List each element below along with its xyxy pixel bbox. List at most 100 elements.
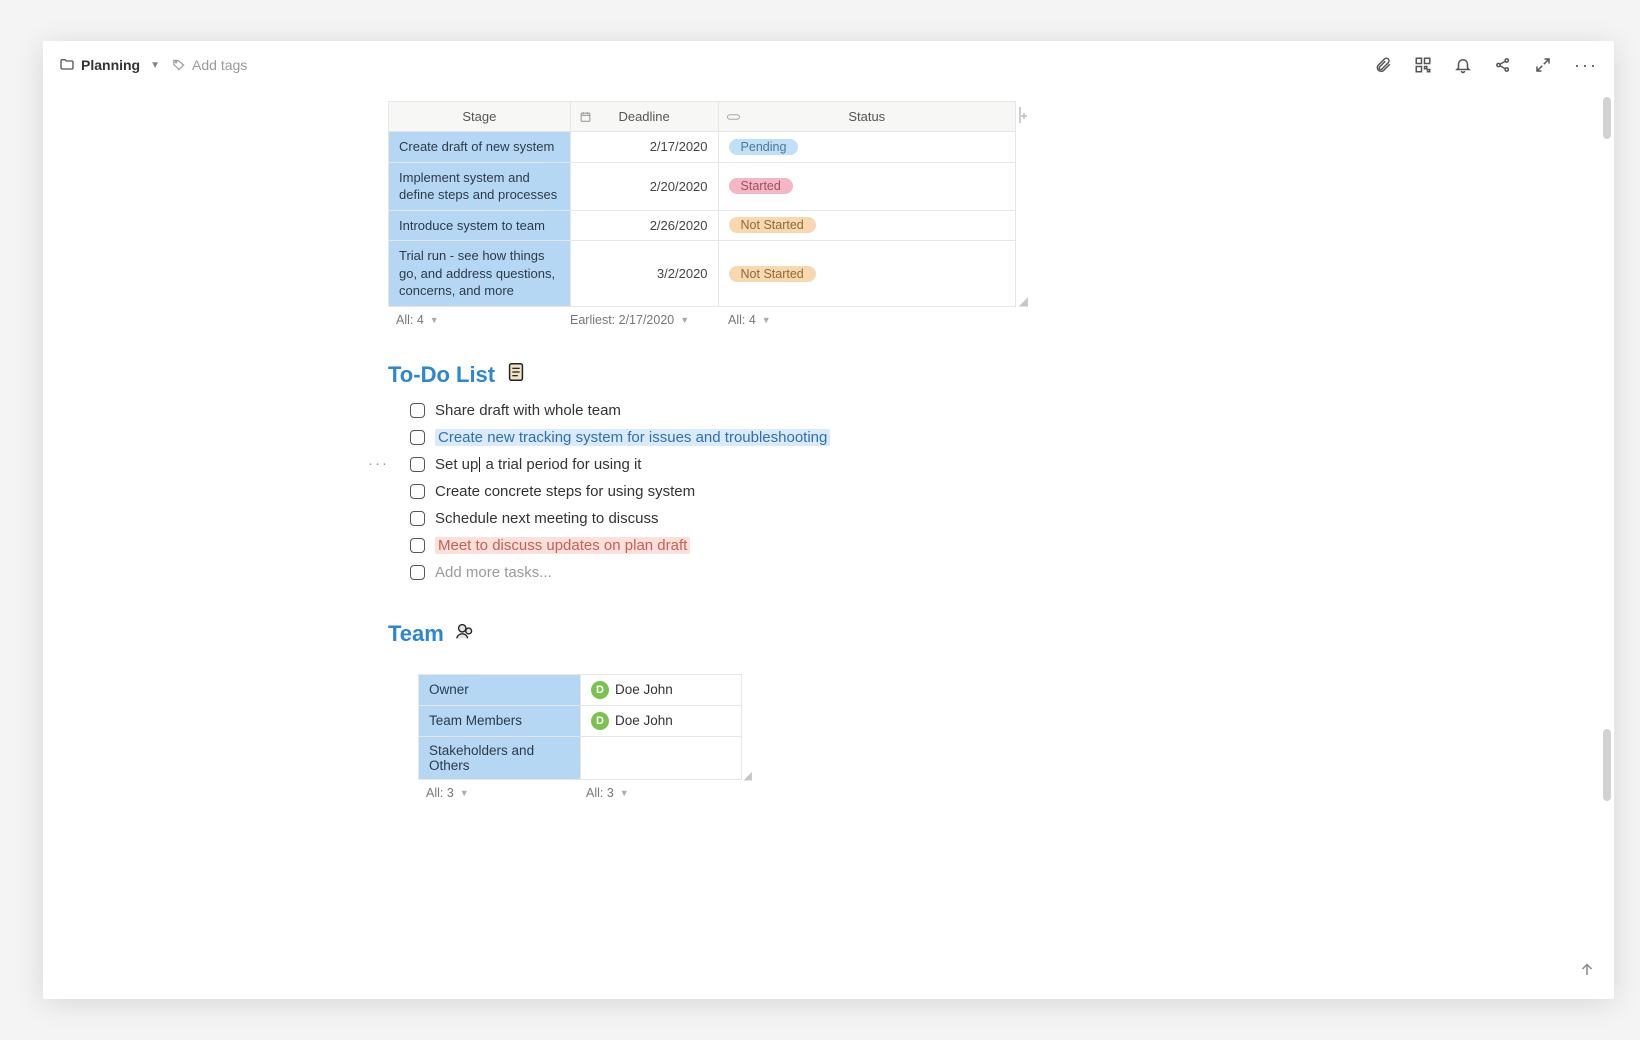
summary-team-left[interactable]: All: 3▼ [418,786,586,800]
add-todo-placeholder: Add more tasks... [435,564,552,581]
vertical-scrollbar[interactable] [1603,89,1611,973]
expand-icon[interactable] [1534,56,1552,74]
team-row-label[interactable]: Stakeholders and Others [419,736,581,779]
team-row-label[interactable]: Owner [419,674,581,705]
status-cell[interactable]: Not Started [718,241,1015,307]
breadcrumb-label: Planning [81,57,140,73]
top-icons: ··· [1374,56,1598,74]
col-header-status[interactable]: Status [718,102,1015,132]
table-row[interactable]: Team Members D Doe John [419,705,742,736]
table-row[interactable]: Implement system and define steps and pr… [389,162,1016,210]
table-row[interactable]: Stakeholders and Others [419,736,742,779]
stage-table-header: Stage Deadline Status [389,102,1016,132]
summary-team-right[interactable]: All: 3▼ [586,786,629,800]
status-badge: Not Started [729,217,816,233]
breadcrumb[interactable]: Planning ▼ [59,57,160,73]
todo-heading: To-Do List [388,361,1418,389]
paperclip-icon[interactable] [1374,56,1392,74]
summary-stage[interactable]: All: 4▼ [388,313,570,327]
member-name: Doe John [615,713,673,728]
summary-deadline[interactable]: Earliest: 2/17/2020▼ [570,313,718,327]
chevron-down-icon: ▼ [762,315,771,325]
table-resize-handle[interactable]: ◢ [744,769,752,782]
stage-cell[interactable]: Trial run - see how things go, and addre… [389,241,571,307]
table-row[interactable]: Trial run - see how things go, and addre… [389,241,1016,307]
bell-icon[interactable] [1454,56,1472,74]
share-icon[interactable] [1494,56,1512,74]
checkbox[interactable] [410,565,425,580]
team-row-label[interactable]: Team Members [419,705,581,736]
member-name: Doe John [615,682,673,697]
table-row[interactable]: Owner D Doe John [419,674,742,705]
add-tags-label: Add tags [192,57,247,73]
table-row[interactable]: Introduce system to team2/26/2020 Not Sta… [389,210,1016,241]
checkbox[interactable] [410,457,425,472]
todo-list: Share draft with whole team Create new tr… [410,397,1418,586]
deadline-cell[interactable]: 2/17/2020 [570,132,718,163]
folder-icon [59,57,75,73]
todo-text: Schedule next meeting to discuss [435,510,658,527]
qr-icon[interactable] [1414,56,1432,74]
team-table: Owner D Doe John Team Members D Doe John Stake… [418,674,742,780]
todo-item[interactable]: Create new tracking system for issues an… [410,424,1418,451]
todo-text: Meet to discuss updates on plan draft [435,537,690,554]
chevron-down-icon: ▼ [680,315,689,325]
add-todo-button[interactable]: Add more tasks... [410,559,1418,586]
todo-text: Create new tracking system for issues an… [435,429,830,446]
stage-table-summaries: All: 4▼ Earliest: 2/17/2020▼ All: 4▼ [388,313,1418,327]
calendar-icon [579,110,592,123]
text-caret [479,457,480,472]
checkbox[interactable] [410,430,425,445]
team-row-value[interactable]: D Doe John [581,705,742,736]
status-cell[interactable]: Not Started [718,210,1015,241]
chevron-down-icon: ▼ [430,315,439,325]
todo-text: Set up a trial period for using it [435,456,641,473]
col-header-stage[interactable]: Stage [389,102,571,132]
todo-item[interactable]: Meet to discuss updates on plan draft [410,532,1418,559]
todo-item[interactable]: ···Set up a trial period for using it [410,451,1418,478]
chevron-down-icon: ▼ [620,788,629,798]
chevron-down-icon: ▼ [460,788,469,798]
top-bar: Planning ▼ Add tags ··· [43,41,1614,89]
stage-table: Stage Deadline Status [388,101,1016,307]
avatar: D [591,681,609,699]
status-pill-icon [727,110,740,123]
add-tags-button[interactable]: Add tags [172,57,247,73]
deadline-cell[interactable]: 2/20/2020 [570,162,718,210]
scroll-to-top-button[interactable] [1578,960,1596,981]
summary-status[interactable]: All: 4▼ [718,313,771,327]
checkbox[interactable] [410,403,425,418]
avatar: D [591,712,609,730]
stage-cell[interactable]: Introduce system to team [389,210,571,241]
status-badge: Not Started [729,266,816,282]
todo-item[interactable]: Schedule next meeting to discuss [410,505,1418,532]
checkbox[interactable] [410,484,425,499]
table-row[interactable]: Create draft of new system2/17/2020 Pendi… [389,132,1016,163]
stage-cell[interactable]: Create draft of new system [389,132,571,163]
todo-item[interactable]: Share draft with whole team [410,397,1418,424]
deadline-cell[interactable]: 2/26/2020 [570,210,718,241]
chevron-down-icon: ▼ [150,60,160,71]
status-cell[interactable]: Pending [718,132,1015,163]
checkbox[interactable] [410,538,425,553]
member-chip[interactable]: D Doe John [591,681,731,699]
document-content: Stage Deadline Status [388,89,1418,840]
team-table-summaries: All: 3▼ All: 3▼ [418,786,1418,800]
col-header-deadline[interactable]: Deadline [570,102,718,132]
status-badge: Started [729,178,793,194]
deadline-cell[interactable]: 3/2/2020 [570,241,718,307]
todo-item[interactable]: Create concrete steps for using system [410,478,1418,505]
team-row-value[interactable]: D Doe John [581,674,742,705]
scroll-icon [505,361,527,389]
member-chip[interactable]: D Doe John [591,712,731,730]
todo-text: Share draft with whole team [435,402,621,419]
checkbox[interactable] [410,511,425,526]
row-drag-handle[interactable]: ··· [368,455,389,472]
status-badge: Pending [729,139,799,155]
team-heading: Team [388,620,1418,648]
stage-cell[interactable]: Implement system and define steps and pr… [389,162,571,210]
status-cell[interactable]: Started [718,162,1015,210]
add-column-button[interactable] [1018,105,1030,128]
team-row-value[interactable] [581,736,742,779]
table-resize-handle[interactable]: ◢ [1019,294,1028,308]
